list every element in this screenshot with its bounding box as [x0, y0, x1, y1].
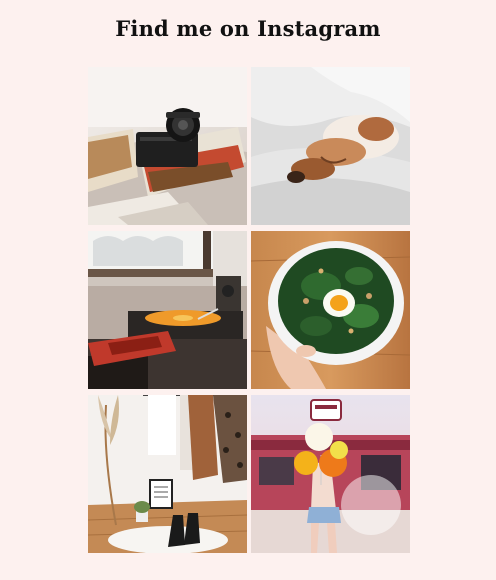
record-player-photo-image	[88, 231, 247, 389]
balloons-photo-image	[251, 395, 410, 553]
instagram-photo-salad[interactable]	[251, 231, 410, 389]
instagram-grid	[88, 67, 410, 553]
dog-photo-image	[251, 67, 410, 225]
salad-photo-image	[251, 231, 410, 389]
instagram-photo-record-player[interactable]	[88, 231, 247, 389]
instagram-photo-dog[interactable]	[251, 67, 410, 225]
wardrobe-photo-image	[88, 395, 247, 553]
camera-photo-image	[88, 67, 247, 225]
instagram-photo-camera[interactable]	[88, 67, 247, 225]
instagram-photo-wardrobe[interactable]	[88, 395, 247, 553]
instagram-photo-balloons[interactable]	[251, 395, 410, 553]
section-heading: Find me on Instagram	[115, 16, 381, 41]
